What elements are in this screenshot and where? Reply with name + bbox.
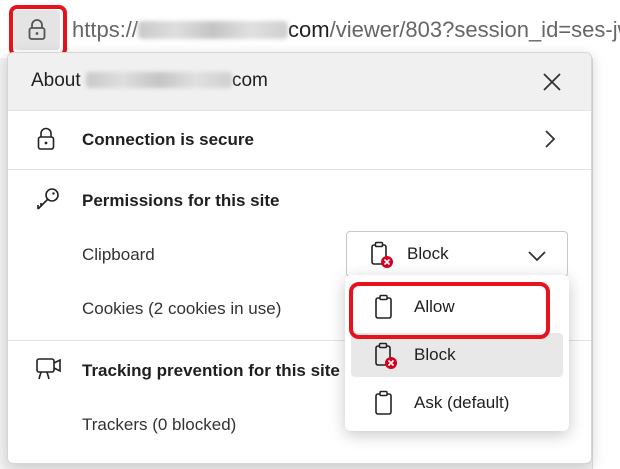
address-bar: https:// com/viewer/803?session_id=ses-jw… bbox=[0, 0, 620, 58]
url-host-suffix: com bbox=[288, 17, 330, 42]
permissions-heading: Permissions for this site bbox=[82, 191, 280, 210]
page-background bbox=[592, 58, 620, 469]
highlight-annotation-lock bbox=[9, 5, 67, 57]
close-icon bbox=[543, 73, 561, 91]
clipboard-permission-value: Block bbox=[407, 244, 449, 263]
clipboard-blocked-icon bbox=[369, 241, 395, 274]
clipboard-label: Clipboard bbox=[82, 245, 155, 264]
trackers-label[interactable]: Trackers (0 blocked) bbox=[82, 415, 236, 435]
clipboard-icon bbox=[373, 390, 395, 421]
flyout-header: About com bbox=[8, 53, 591, 111]
chevron-down-icon bbox=[527, 249, 547, 267]
camera-icon bbox=[35, 355, 63, 381]
flyout-title: About com bbox=[31, 70, 268, 92]
key-icon bbox=[35, 186, 61, 212]
option-label: Block bbox=[414, 345, 456, 364]
redacted-host bbox=[85, 72, 232, 88]
option-block[interactable]: Block bbox=[351, 333, 563, 377]
chevron-right-icon bbox=[544, 129, 556, 149]
connection-label: Connection is secure bbox=[82, 130, 254, 149]
lock-icon bbox=[36, 127, 56, 151]
cookies-label[interactable]: Cookies (2 cookies in use) bbox=[82, 299, 281, 319]
tracking-heading: Tracking prevention for this site bbox=[82, 361, 340, 380]
close-button[interactable] bbox=[538, 68, 566, 96]
divider bbox=[8, 169, 591, 170]
url-text[interactable]: https:// com/viewer/803?session_id=ses-jw… bbox=[72, 17, 620, 43]
clipboard-blocked-icon bbox=[373, 342, 399, 375]
option-ask-default[interactable]: Ask (default) bbox=[351, 381, 563, 425]
flyout-title-prefix: About bbox=[31, 70, 81, 91]
clipboard-permission-select[interactable]: Block bbox=[346, 231, 568, 277]
flyout-title-suffix: com bbox=[231, 70, 268, 91]
highlight-annotation-allow bbox=[349, 282, 550, 339]
redacted-host bbox=[138, 21, 289, 39]
url-scheme: https:// bbox=[72, 17, 139, 42]
option-label: Ask (default) bbox=[414, 393, 510, 412]
url-path: /viewer/803?session_id=ses-jw6 bbox=[329, 17, 620, 42]
